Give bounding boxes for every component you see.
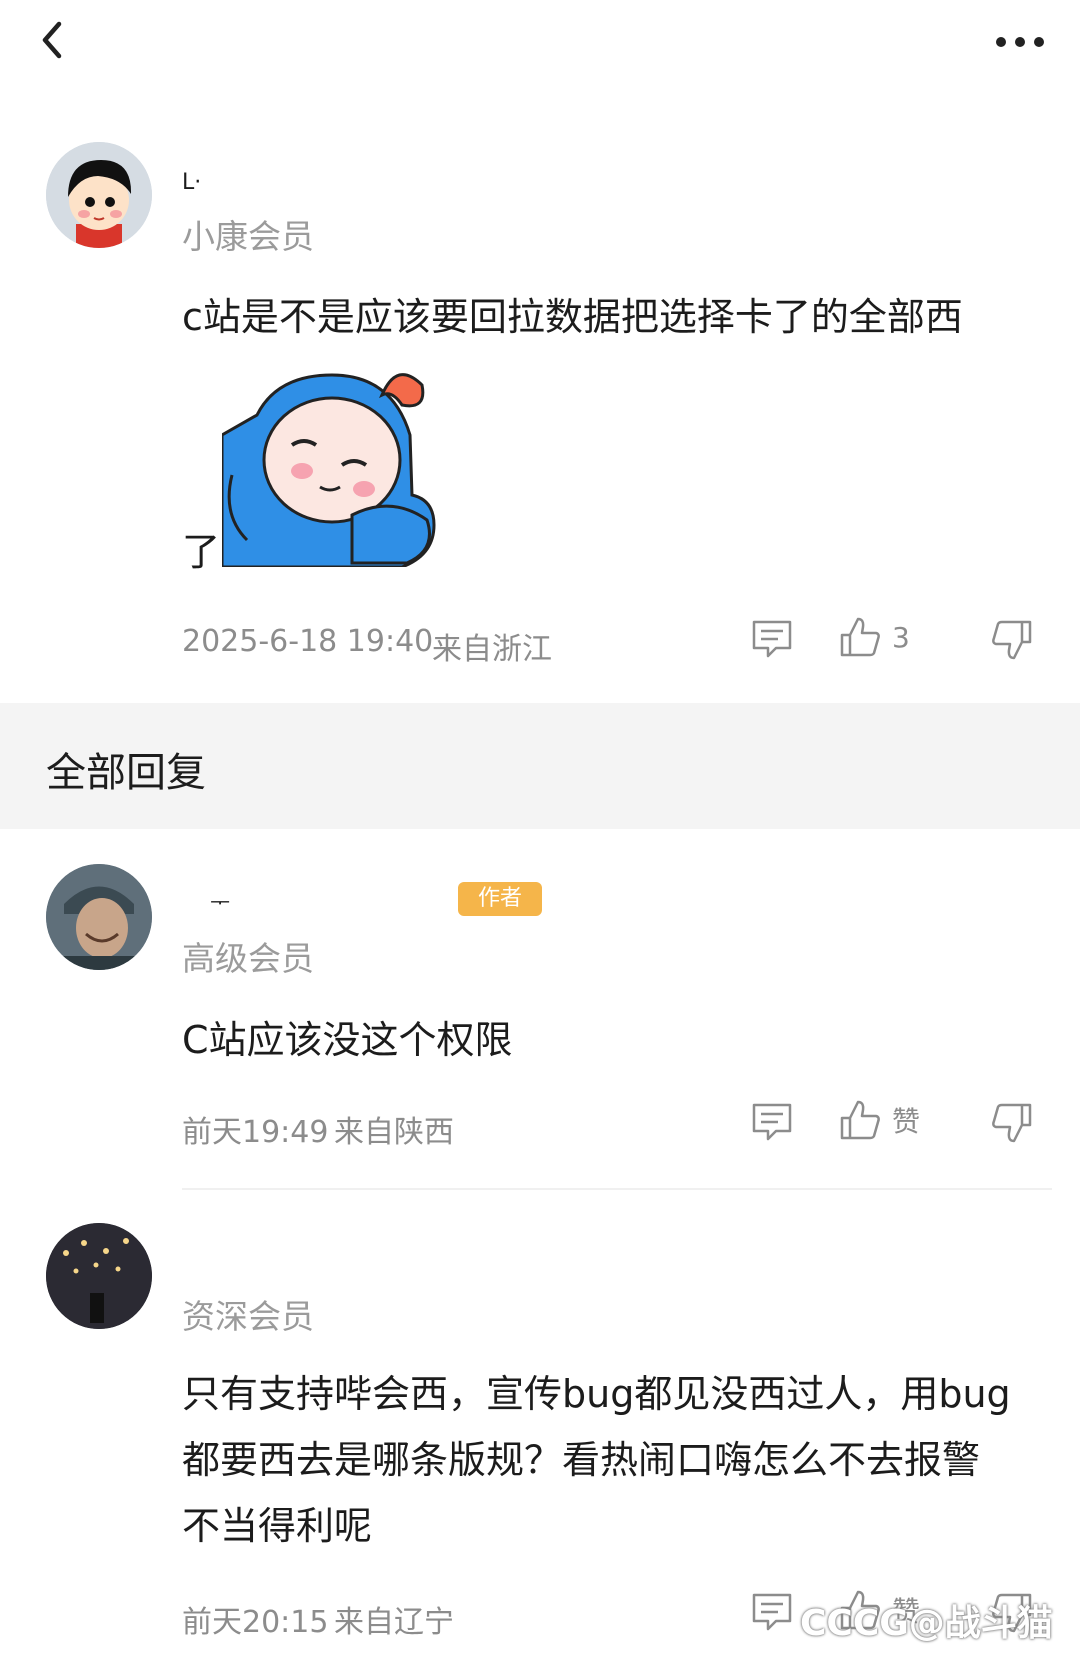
- sticker-image[interactable]: [220, 365, 440, 569]
- back-button[interactable]: [30, 18, 74, 62]
- like-count: 3: [892, 620, 910, 654]
- comment-time: 2025-6-18 19:40: [182, 624, 434, 659]
- member-level: 小康会员: [182, 217, 314, 256]
- reply-button[interactable]: [750, 1101, 794, 1143]
- blue-creature-sticker-icon: [220, 373, 436, 569]
- reply-button[interactable]: [750, 1591, 794, 1633]
- comment-location: 来自浙江: [432, 632, 552, 667]
- like-button[interactable]: 3: [838, 615, 910, 659]
- username[interactable]: L·: [182, 170, 201, 195]
- thumbs-up-icon: [840, 1100, 880, 1140]
- avatar[interactable]: [46, 864, 152, 970]
- reply-divider: [182, 1188, 1052, 1190]
- watermark: CCCG@战斗猫: [800, 1603, 1053, 1644]
- dislike-button[interactable]: [990, 1101, 1034, 1145]
- top-bar: [0, 0, 1080, 90]
- avatar[interactable]: [46, 142, 152, 248]
- thumbs-up-icon: [840, 617, 880, 657]
- comment-text-tail: 了: [182, 530, 221, 574]
- thumbs-down-icon: [992, 1103, 1032, 1143]
- like-label: 赞: [892, 1105, 921, 1138]
- avatar-photo-man-icon: [46, 864, 152, 970]
- reply-location: 来自辽宁: [334, 1605, 454, 1640]
- author-badge: 作者: [458, 882, 542, 916]
- avatar-cartoon-boy-icon: [46, 142, 152, 248]
- more-options-button[interactable]: [990, 20, 1050, 64]
- reply-text-line-3: 不当得利呢: [182, 1504, 373, 1548]
- reply-time: 前天20:15: [182, 1605, 329, 1640]
- like-button[interactable]: 赞: [838, 1098, 920, 1142]
- more-horizontal-icon: [996, 37, 1044, 47]
- dislike-button[interactable]: [990, 618, 1034, 662]
- comment-text: c站是不是应该要回拉数据把选择卡了的全部西: [182, 295, 963, 339]
- reply-button[interactable]: [750, 618, 794, 660]
- member-level: 资深会员: [182, 1297, 314, 1336]
- reply-time: 前天19:49: [182, 1115, 329, 1150]
- reply-location: 来自陕西: [334, 1115, 454, 1150]
- member-level: 高级会员: [182, 939, 314, 978]
- avatar-lanterns-night-icon: [46, 1223, 152, 1329]
- comment-icon: [752, 1593, 792, 1631]
- comment-icon: [752, 1103, 792, 1141]
- replies-section-title: 全部回复: [46, 750, 206, 796]
- chevron-left-icon: [42, 21, 62, 59]
- reply-text-line-1: 只有支持哔会西，宣传bug都见没西过人，用bug: [182, 1372, 1011, 1416]
- comment-icon: [752, 620, 792, 658]
- avatar[interactable]: [46, 1223, 152, 1329]
- username[interactable]: ᅮ: [210, 885, 230, 917]
- reply-text: C站应该没这个权限: [182, 1018, 513, 1062]
- thumbs-down-icon: [992, 620, 1032, 660]
- reply-text-line-2: 都要西去是哪条版规？看热闹口嗨怎么不去报警: [182, 1438, 981, 1482]
